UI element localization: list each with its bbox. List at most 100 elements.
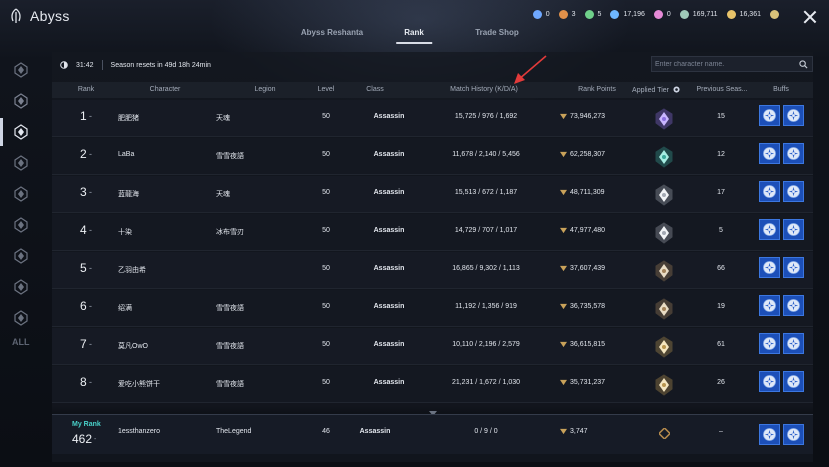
currency-value: 169,711 [692, 11, 718, 18]
tier-silver-wing-icon[interactable] [654, 184, 674, 206]
my-level: 46 [322, 428, 330, 435]
character-search [651, 56, 813, 72]
tier-1-icon [14, 62, 28, 78]
currency-item[interactable]: 0 [653, 10, 671, 19]
currency-value: 17,196 [623, 11, 645, 18]
buff-slot[interactable] [783, 219, 804, 240]
buff-slot[interactable] [783, 257, 804, 278]
buff-icon [763, 223, 776, 236]
col-rank[interactable]: Rank [78, 86, 94, 93]
buff-slot[interactable] [783, 143, 804, 164]
table-row[interactable]: 2- LaBa 雪雪夜語 50 Assassin 11,678 / 2,140 / 5,4… [52, 138, 813, 175]
buff-slot[interactable] [759, 257, 780, 278]
col-character[interactable]: Character [150, 86, 181, 93]
buff-slot[interactable] [759, 143, 780, 164]
kda-value: 15,725 / 976 / 1,692 [454, 113, 518, 120]
character-name[interactable]: 绍满 [118, 303, 132, 313]
rank-points-value: 73,946,273 [570, 113, 606, 120]
sidebar-item-tier-3[interactable] [0, 118, 31, 146]
sidebar-item-tier-8[interactable] [11, 277, 31, 297]
tab-rank[interactable]: Rank [396, 28, 432, 44]
rank-point-icon [560, 341, 567, 348]
table-row[interactable]: 8- 爱吃小熊饼干 雪雪夜語 50 Assassin 21,231 / 1,672 / 1… [52, 366, 813, 403]
buff-slot[interactable] [759, 181, 780, 202]
col-level[interactable]: Level [318, 86, 335, 93]
currency-item[interactable]: 3 [558, 10, 576, 19]
table-row[interactable]: 5- 乙羽由希 50 Assassin 16,865 / 9,302 / 1,113 37… [52, 252, 813, 289]
sidebar-item-tier-2[interactable] [11, 91, 31, 111]
currency-item[interactable] [770, 10, 779, 19]
currency-item[interactable]: 169,711 [679, 10, 718, 19]
buff-slot[interactable] [783, 105, 804, 126]
sidebar-item-tier-9[interactable] [11, 308, 31, 328]
tier-4-icon [14, 155, 28, 171]
tab-trade-shop[interactable]: Trade Shop [475, 28, 519, 37]
col-legion[interactable]: Legion [254, 86, 275, 93]
sidebar-item-tier-4[interactable] [11, 153, 31, 173]
character-name[interactable]: 乙羽由希 [118, 265, 146, 275]
tier-gold-star-icon[interactable] [654, 336, 674, 358]
search-icon[interactable] [799, 60, 808, 69]
currency-value: 3 [571, 11, 576, 18]
buff-slot[interactable] [783, 424, 804, 445]
currency-item[interactable]: 16,361 [726, 10, 761, 19]
sidebar-item-tier-7[interactable] [11, 246, 31, 266]
buff-slot[interactable] [759, 424, 780, 445]
buff-slot[interactable] [759, 333, 780, 354]
search-input[interactable] [655, 60, 795, 68]
kinah-coin-icon [726, 10, 736, 19]
sidebar-item-all[interactable]: ALL [12, 337, 30, 347]
buff-slot[interactable] [783, 181, 804, 202]
character-name[interactable]: 莫凡OwO [118, 341, 148, 351]
col-previous-season[interactable]: Previous Seas... [697, 86, 748, 93]
table-row[interactable]: 6- 绍满 雪雪夜語 50 Assassin 11,192 / 1,356 / 919 36… [52, 290, 813, 327]
tab-abyss-reshanta[interactable]: Abyss Reshanta [301, 28, 363, 37]
table-row[interactable]: 1- 肥肥猪 天魂 50 Assassin 15,725 / 976 / 1,692 73,… [52, 100, 813, 137]
character-name[interactable]: 肥肥猪 [118, 113, 139, 123]
buff-slot[interactable] [759, 295, 780, 316]
sidebar-item-tier-6[interactable] [11, 215, 31, 235]
previous-season-rank: 5 [719, 227, 723, 234]
buff-slot[interactable] [759, 371, 780, 392]
buff-slot[interactable] [783, 295, 804, 316]
currency-item[interactable]: 0 [532, 10, 550, 19]
col-applied-tier-label: Applied Tier [632, 87, 670, 94]
table-row[interactable]: 4- 十染 冰布雪刃 50 Assassin 14,729 / 707 / 1,017 47… [52, 214, 813, 251]
previous-season-rank: 17 [717, 189, 725, 196]
currency-item[interactable]: 5 [584, 10, 601, 19]
rank-change: - [89, 301, 92, 311]
kda-value: 14,729 / 707 / 1,017 [454, 227, 518, 234]
buff-slot[interactable] [783, 333, 804, 354]
rank-change: - [89, 111, 92, 121]
close-icon[interactable] [803, 10, 817, 24]
character-name[interactable]: 十染 [118, 227, 132, 237]
character-name[interactable]: 爱吃小熊饼干 [118, 379, 160, 389]
character-name[interactable]: LaBa [118, 151, 134, 158]
buff-slot[interactable] [759, 219, 780, 240]
currency-bar: 0 3 5 17,196 0 169,711 16,361 [532, 10, 779, 19]
tier-bronze-diamond-icon[interactable] [659, 428, 670, 439]
buff-icon [763, 375, 776, 388]
tier-silver-wing-icon[interactable] [654, 222, 674, 244]
tier-bronze-wing-icon[interactable] [654, 298, 674, 320]
col-applied-tier[interactable]: Applied Tier [632, 86, 680, 94]
character-name[interactable]: 蓝龍海 [118, 189, 139, 199]
sidebar-item-tier-5[interactable] [11, 184, 31, 204]
rank-change: - [89, 377, 92, 387]
tier-teal-icon[interactable] [654, 146, 674, 168]
col-class[interactable]: Class [366, 86, 384, 93]
rank-points: 36,615,815 [560, 341, 605, 348]
currency-item[interactable]: 17,196 [610, 10, 645, 19]
col-rank-points[interactable]: Rank Points [578, 86, 616, 93]
sidebar-item-tier-1[interactable] [11, 60, 31, 80]
tier-bronze-wing-icon[interactable] [654, 260, 674, 282]
table-row[interactable]: 3- 蓝龍海 天魂 50 Assassin 15,513 / 672 / 1,187 48,… [52, 176, 813, 213]
previous-season-rank: 61 [717, 341, 725, 348]
tier-purple-icon[interactable] [654, 108, 674, 130]
tier-gold-star-icon[interactable] [654, 374, 674, 396]
tier-info-icon[interactable] [673, 86, 680, 93]
col-match-history[interactable]: Match History (K/D/A) [450, 86, 518, 93]
buff-slot[interactable] [783, 371, 804, 392]
buff-slot[interactable] [759, 105, 780, 126]
table-row[interactable]: 7- 莫凡OwO 雪雪夜語 50 Assassin 10,110 / 2,196 / 2,… [52, 328, 813, 365]
